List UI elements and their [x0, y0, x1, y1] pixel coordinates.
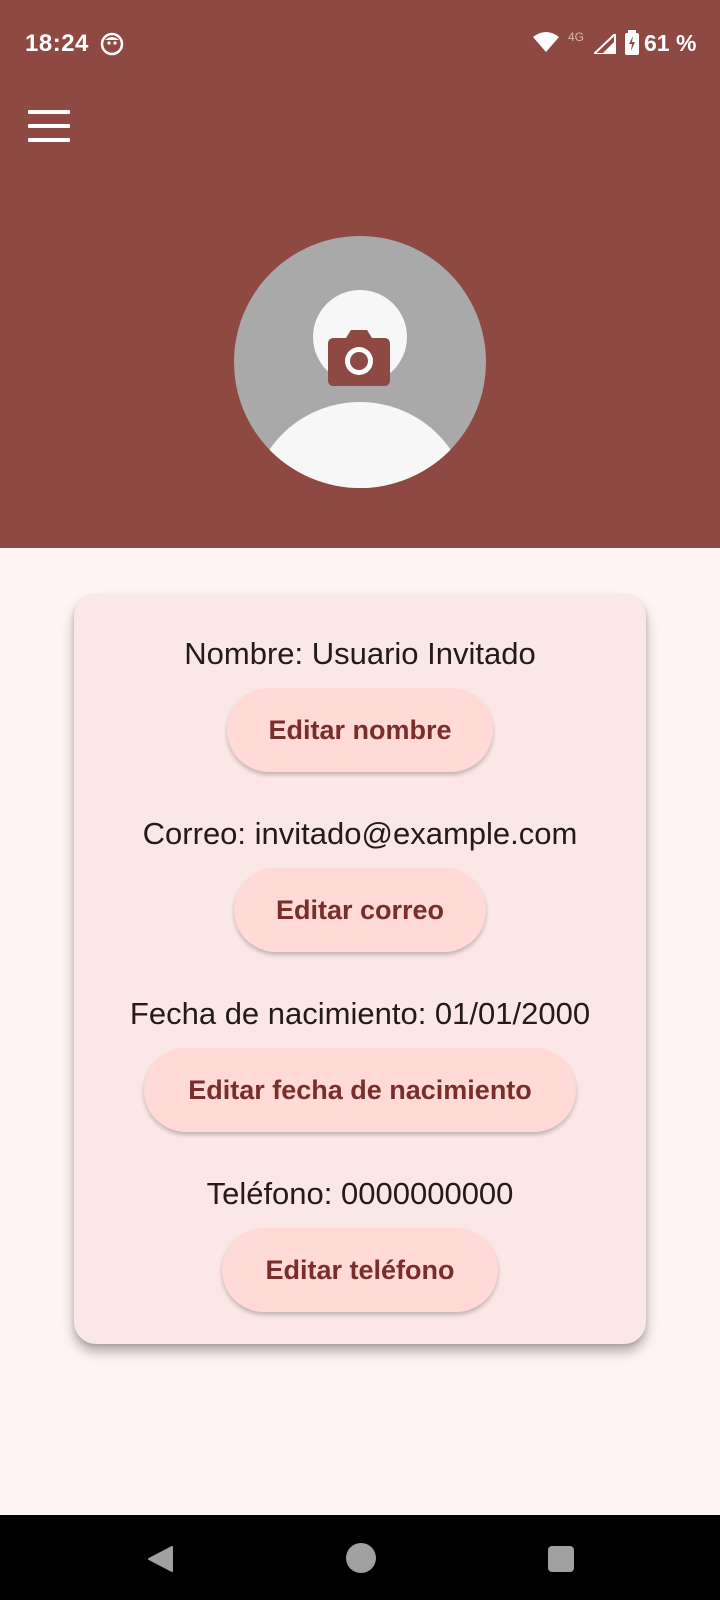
edit-email-button[interactable]: Editar correo: [234, 868, 486, 952]
profile-header: 18:24 4G 61 %: [0, 0, 720, 548]
edit-birthdate-button[interactable]: Editar fecha de nacimiento: [144, 1048, 576, 1132]
birthdate-text: Fecha de nacimiento: 01/01/2000: [129, 996, 591, 1031]
camera-icon[interactable]: [326, 328, 392, 388]
email-text: Correo: invitado@example.com: [142, 816, 578, 851]
edit-phone-button[interactable]: Editar teléfono: [222, 1228, 498, 1312]
battery-percentage: 61 %: [644, 30, 697, 56]
edit-name-button[interactable]: Editar nombre: [227, 688, 493, 772]
wifi-icon: [533, 32, 559, 52]
battery-charging-icon: [625, 30, 639, 55]
home-icon[interactable]: [346, 1543, 376, 1573]
hamburger-menu-icon[interactable]: [22, 104, 76, 148]
network-type-label: 4G: [568, 30, 585, 44]
avatar-body-shape: [250, 402, 470, 488]
back-icon[interactable]: [146, 1545, 174, 1573]
status-time: 18:24: [25, 30, 89, 57]
status-bar: 18:24 4G 61 %: [0, 0, 720, 88]
notification-face-icon: [100, 32, 124, 56]
system-nav-bar: [0, 1515, 720, 1600]
profile-card: Nombre: Usuario Invitado Editar nombre C…: [74, 594, 646, 1344]
phone-text: Teléfono: 0000000000: [206, 1176, 514, 1211]
recents-icon[interactable]: [548, 1546, 574, 1572]
avatar[interactable]: [234, 236, 486, 488]
name-text: Nombre: Usuario Invitado: [184, 636, 536, 671]
signal-icon: [594, 34, 616, 54]
